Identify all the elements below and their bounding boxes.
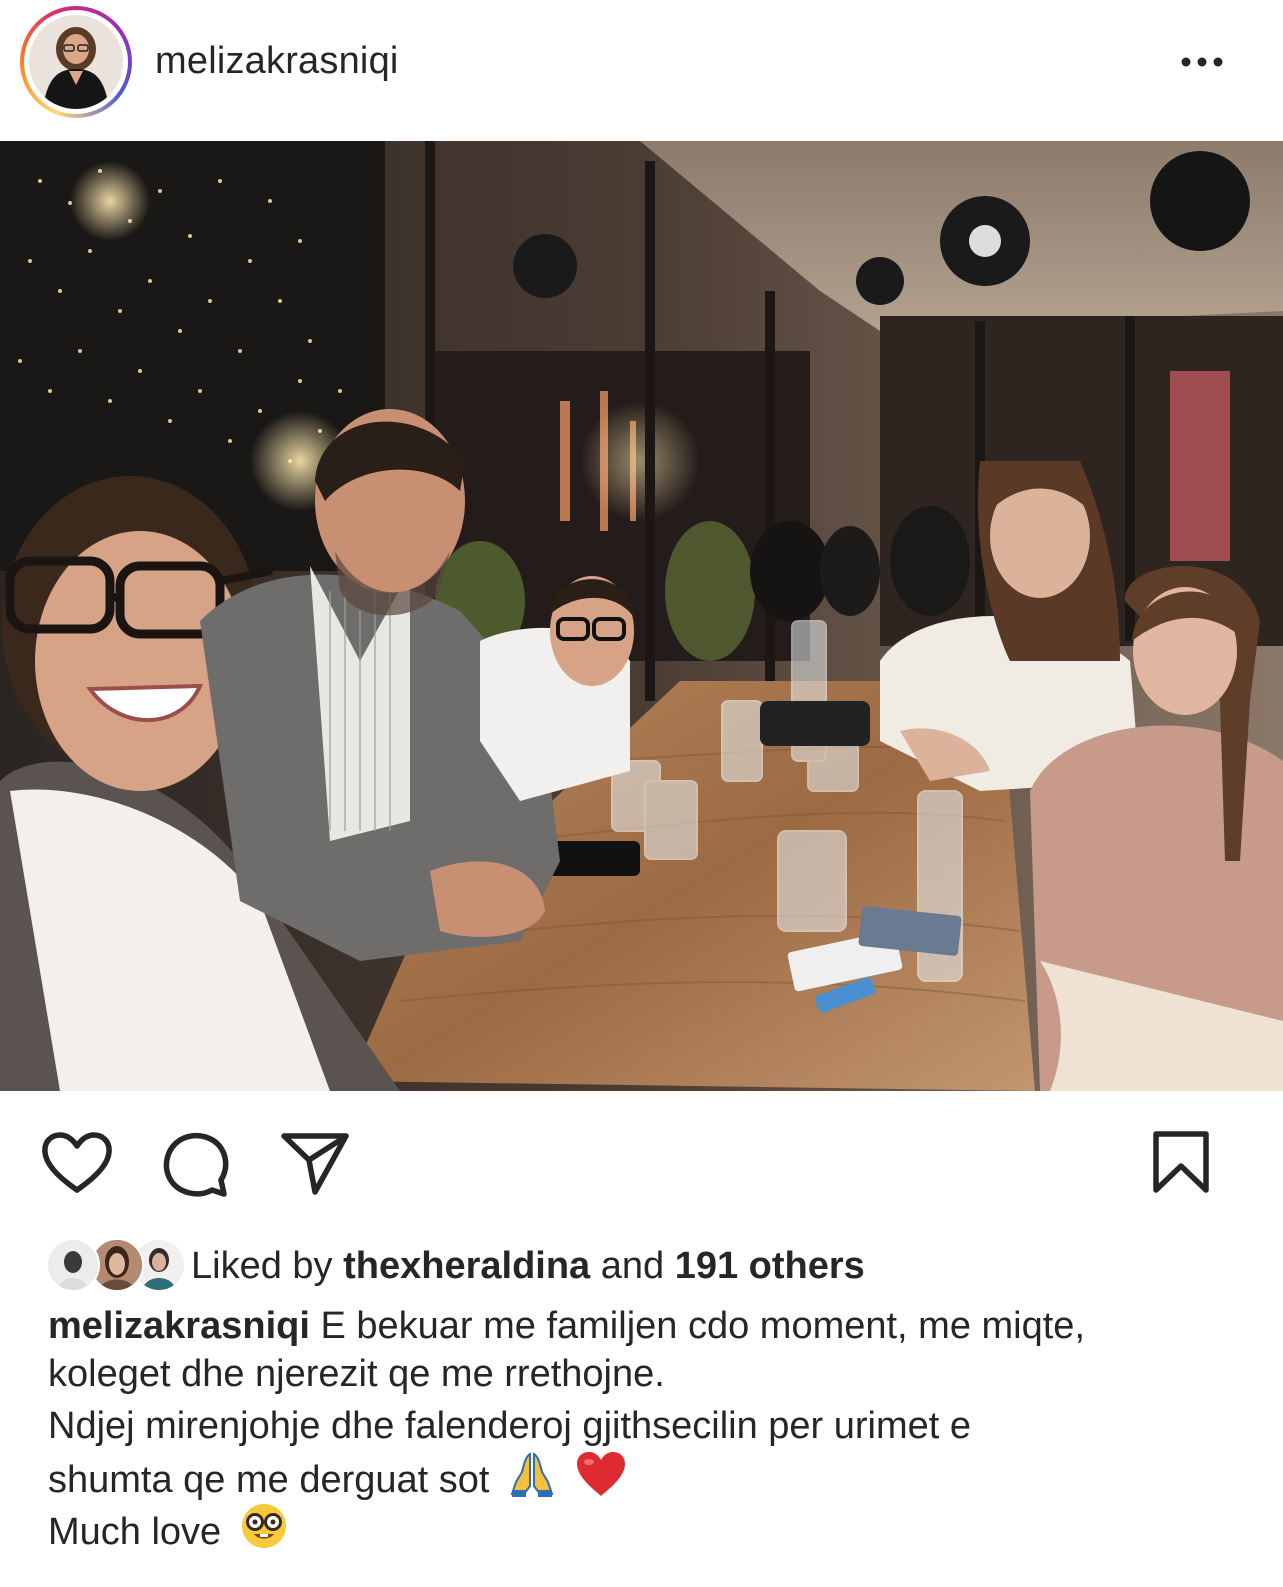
comment-icon <box>163 1132 229 1197</box>
more-options-button[interactable] <box>1170 44 1234 80</box>
heart-icon <box>42 1132 112 1193</box>
profile-avatar <box>29 15 123 109</box>
caption-text-3: Ndjej mirenjohje dhe falenderoj gjithsec… <box>48 1405 972 1447</box>
caption-text-2: koleget dhe njerezit qe me rrethojne. <box>48 1353 665 1395</box>
send-icon <box>281 1133 349 1195</box>
likes-summary: Liked by thexheraldina and 191 others <box>191 1245 865 1288</box>
more-horizontal-icon <box>1181 57 1223 67</box>
post-photo-image <box>0 141 1283 1091</box>
post-header: melizakrasniqi <box>0 0 1283 130</box>
caption-text-1: E bekuar me familjen cdo moment, me miqt… <box>320 1305 1085 1347</box>
save-button[interactable] <box>1150 1130 1212 1196</box>
liker-avatar <box>46 1238 100 1292</box>
profile-avatar-story-ring[interactable] <box>20 6 132 118</box>
likes-joiner: and <box>600 1245 665 1287</box>
caption-line-2: koleget dhe njerezit qe me rrethojne. <box>48 1350 665 1398</box>
caption-line-3: Ndjej mirenjohje dhe falenderoj gjithsec… <box>48 1402 971 1450</box>
post-photo[interactable] <box>0 141 1283 1091</box>
nerd-face-emoji <box>240 1502 288 1562</box>
bookmark-icon <box>1153 1131 1209 1193</box>
avatar-image <box>29 15 123 109</box>
red-heart-emoji <box>575 1450 627 1510</box>
caption-line-5: Much love <box>48 1502 288 1562</box>
post-username[interactable]: melizakrasniqi <box>155 40 399 83</box>
caption-text-4: shumta qe me derguat sot <box>48 1459 490 1501</box>
like-button[interactable] <box>40 1130 114 1196</box>
caption-author[interactable]: melizakrasniqi <box>48 1305 310 1347</box>
share-button[interactable] <box>279 1130 351 1196</box>
folded-hands-emoji <box>508 1450 556 1510</box>
caption-text-5: Much love <box>48 1511 222 1553</box>
liked-by-username[interactable]: thexheraldina <box>343 1245 590 1287</box>
liked-by-avatars[interactable] <box>46 1238 186 1292</box>
likes-others-link[interactable]: 191 others <box>675 1245 865 1287</box>
liked-by-label: Liked by <box>191 1245 333 1287</box>
comment-button[interactable] <box>160 1130 230 1198</box>
caption-line-4: shumta qe me derguat sot <box>48 1450 627 1510</box>
caption-line-1: melizakrasniqi E bekuar me familjen cdo … <box>48 1302 1085 1350</box>
